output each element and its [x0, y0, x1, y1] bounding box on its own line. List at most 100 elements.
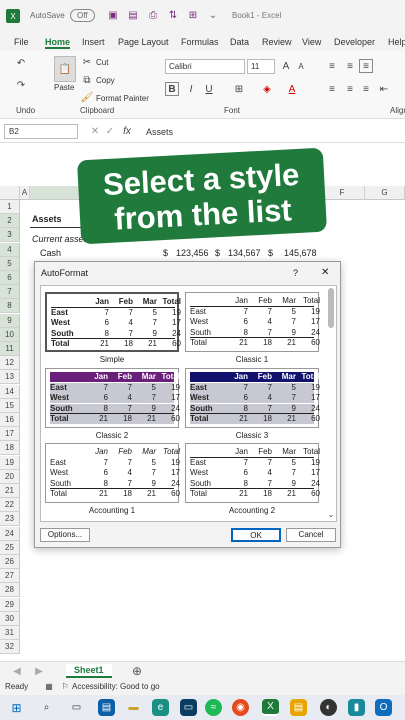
ok-button[interactable]: OK: [231, 528, 281, 542]
select-all-corner[interactable]: [0, 186, 20, 200]
row-header-20[interactable]: 20: [0, 469, 20, 484]
undo-icon[interactable]: ↶: [14, 56, 28, 70]
format-option-2[interactable]: Jan Feb Mar Total East 7 7 5 19 West 6 4 7 17 South 8 7 9…: [45, 368, 180, 428]
row-header-22[interactable]: 22: [0, 498, 20, 513]
bold-icon[interactable]: B: [165, 82, 179, 96]
app-icon[interactable]: ▮: [348, 699, 365, 716]
align-middle-icon[interactable]: ≡: [343, 59, 357, 73]
row-header-6[interactable]: 6: [0, 271, 20, 285]
search-icon[interactable]: ⌕: [38, 699, 55, 716]
row-header-4[interactable]: 4: [0, 242, 20, 257]
cell-b2[interactable]: Assets: [32, 214, 62, 224]
outlook-icon[interactable]: O: [375, 699, 392, 716]
increase-font-icon[interactable]: A: [280, 59, 292, 73]
row-header-19[interactable]: 19: [0, 455, 20, 470]
tab-review[interactable]: Review: [262, 37, 292, 47]
start-icon[interactable]: ⊞: [8, 699, 25, 716]
row-header-24[interactable]: 24: [0, 526, 20, 541]
font-color-icon[interactable]: A: [285, 82, 299, 96]
tab-help[interactable]: Help: [388, 37, 405, 47]
close-button[interactable]: ✕: [321, 267, 329, 278]
format-option-4[interactable]: Jan Feb Mar Total East 7 7 5 19 West 6 4 7 17 South 8 7 9…: [45, 443, 180, 503]
tab-view[interactable]: View: [302, 37, 321, 47]
next-sheet-icon[interactable]: ▶: [34, 665, 44, 677]
edge-icon[interactable]: e: [152, 699, 169, 716]
tab-developer[interactable]: Developer: [334, 37, 375, 47]
cell-c4[interactable]: 123,456: [176, 248, 209, 258]
row-header-8[interactable]: 8: [0, 299, 20, 314]
row-header-5[interactable]: 5: [0, 256, 20, 271]
tab-file[interactable]: File: [14, 37, 29, 47]
align-center-icon[interactable]: ≡: [343, 82, 357, 96]
table-icon[interactable]: ⊞: [187, 9, 199, 21]
paste-button[interactable]: Paste: [54, 83, 74, 92]
cell-e4[interactable]: 145,678: [284, 248, 317, 258]
row-header-17[interactable]: 17: [0, 427, 20, 442]
macro-icon[interactable]: ▦: [44, 681, 54, 691]
row-header-25[interactable]: 25: [0, 540, 20, 555]
row-header-7[interactable]: 7: [0, 285, 20, 300]
chrome-icon[interactable]: ◉: [232, 699, 249, 716]
prev-sheet-icon[interactable]: ◀: [12, 665, 22, 677]
column-header-g[interactable]: G: [365, 186, 405, 200]
row-header-2[interactable]: 2: [0, 214, 20, 229]
row-header-16[interactable]: 16: [0, 413, 20, 427]
tab-formulas[interactable]: Formulas: [181, 37, 219, 47]
form-icon[interactable]: ▤: [127, 9, 139, 21]
cancel-entry-icon[interactable]: ✕: [90, 125, 100, 137]
row-header-18[interactable]: 18: [0, 441, 20, 456]
list-scrollbar-thumb[interactable]: [328, 288, 334, 328]
format-option-5[interactable]: Jan Feb Mar Total East 7 7 5 19 West 6 4 7 17 South 8 7 9…: [185, 443, 320, 503]
column-header-f[interactable]: F: [320, 186, 365, 200]
cell-b4[interactable]: Cash: [40, 248, 61, 258]
formula-input[interactable]: Assets: [146, 127, 173, 137]
format-painter-button[interactable]: Format Painter: [96, 94, 149, 103]
redo-icon[interactable]: ↷: [14, 78, 28, 92]
sort-icon[interactable]: ⇅: [167, 9, 179, 21]
store-icon[interactable]: ▤: [98, 699, 115, 716]
cancel-button[interactable]: Cancel: [286, 528, 336, 542]
task-view-icon[interactable]: ▭: [68, 699, 85, 716]
customize-icon[interactable]: ⌄: [207, 9, 219, 21]
scroll-down-icon[interactable]: ⌄: [326, 509, 336, 519]
row-header-31[interactable]: 31: [0, 626, 20, 640]
row-header-28[interactable]: 28: [0, 583, 20, 598]
excel-taskbar-icon[interactable]: X: [262, 699, 279, 716]
row-header-27[interactable]: 27: [0, 569, 20, 584]
borders-icon[interactable]: ⊞: [232, 82, 246, 96]
font-size-select[interactable]: 11: [247, 59, 275, 74]
options-button[interactable]: Options...: [40, 528, 90, 542]
row-header-3[interactable]: 3: [0, 228, 20, 243]
tab-insert[interactable]: Insert: [82, 37, 105, 47]
row-header-23[interactable]: 23: [0, 512, 20, 527]
row-header-12[interactable]: 12: [0, 356, 20, 371]
name-box[interactable]: B2: [4, 124, 78, 139]
row-header-13[interactable]: 13: [0, 370, 20, 385]
row-header-14[interactable]: 14: [0, 384, 20, 399]
format-option-1[interactable]: Jan Feb Mar Total East 7 7 5 19 West 6 4 7 17 South 8 7 9…: [185, 292, 320, 352]
tab-data[interactable]: Data: [230, 37, 249, 47]
font-name-select[interactable]: Calibri: [165, 59, 245, 74]
autosave-toggle[interactable]: Off: [70, 9, 95, 22]
row-header-21[interactable]: 21: [0, 484, 20, 498]
tab-home[interactable]: Home: [45, 37, 71, 49]
help-button[interactable]: ?: [293, 268, 298, 278]
underline-icon[interactable]: U: [202, 82, 216, 96]
align-top-icon[interactable]: ≡: [325, 59, 339, 73]
row-header-26[interactable]: 26: [0, 555, 20, 569]
camera-app-icon[interactable]: ◐: [320, 699, 337, 716]
row-header-32[interactable]: 32: [0, 640, 20, 655]
align-right-icon[interactable]: ≡: [359, 82, 373, 96]
print-icon[interactable]: ⎙: [147, 9, 159, 21]
decrease-font-icon[interactable]: A: [295, 59, 307, 73]
sheet-tab-sheet1[interactable]: Sheet1: [66, 664, 112, 678]
row-header-9[interactable]: 9: [0, 313, 20, 328]
italic-icon[interactable]: I: [184, 82, 198, 96]
tab-page-layout[interactable]: Page Layout: [118, 37, 169, 47]
row-header-11[interactable]: 11: [0, 342, 20, 356]
row-header-15[interactable]: 15: [0, 398, 20, 413]
function-icon[interactable]: fx: [121, 125, 133, 137]
accessibility-icon[interactable]: ⚐: [60, 681, 70, 691]
row-header-1[interactable]: 1: [0, 200, 20, 214]
cut-button[interactable]: Cut: [96, 58, 108, 67]
